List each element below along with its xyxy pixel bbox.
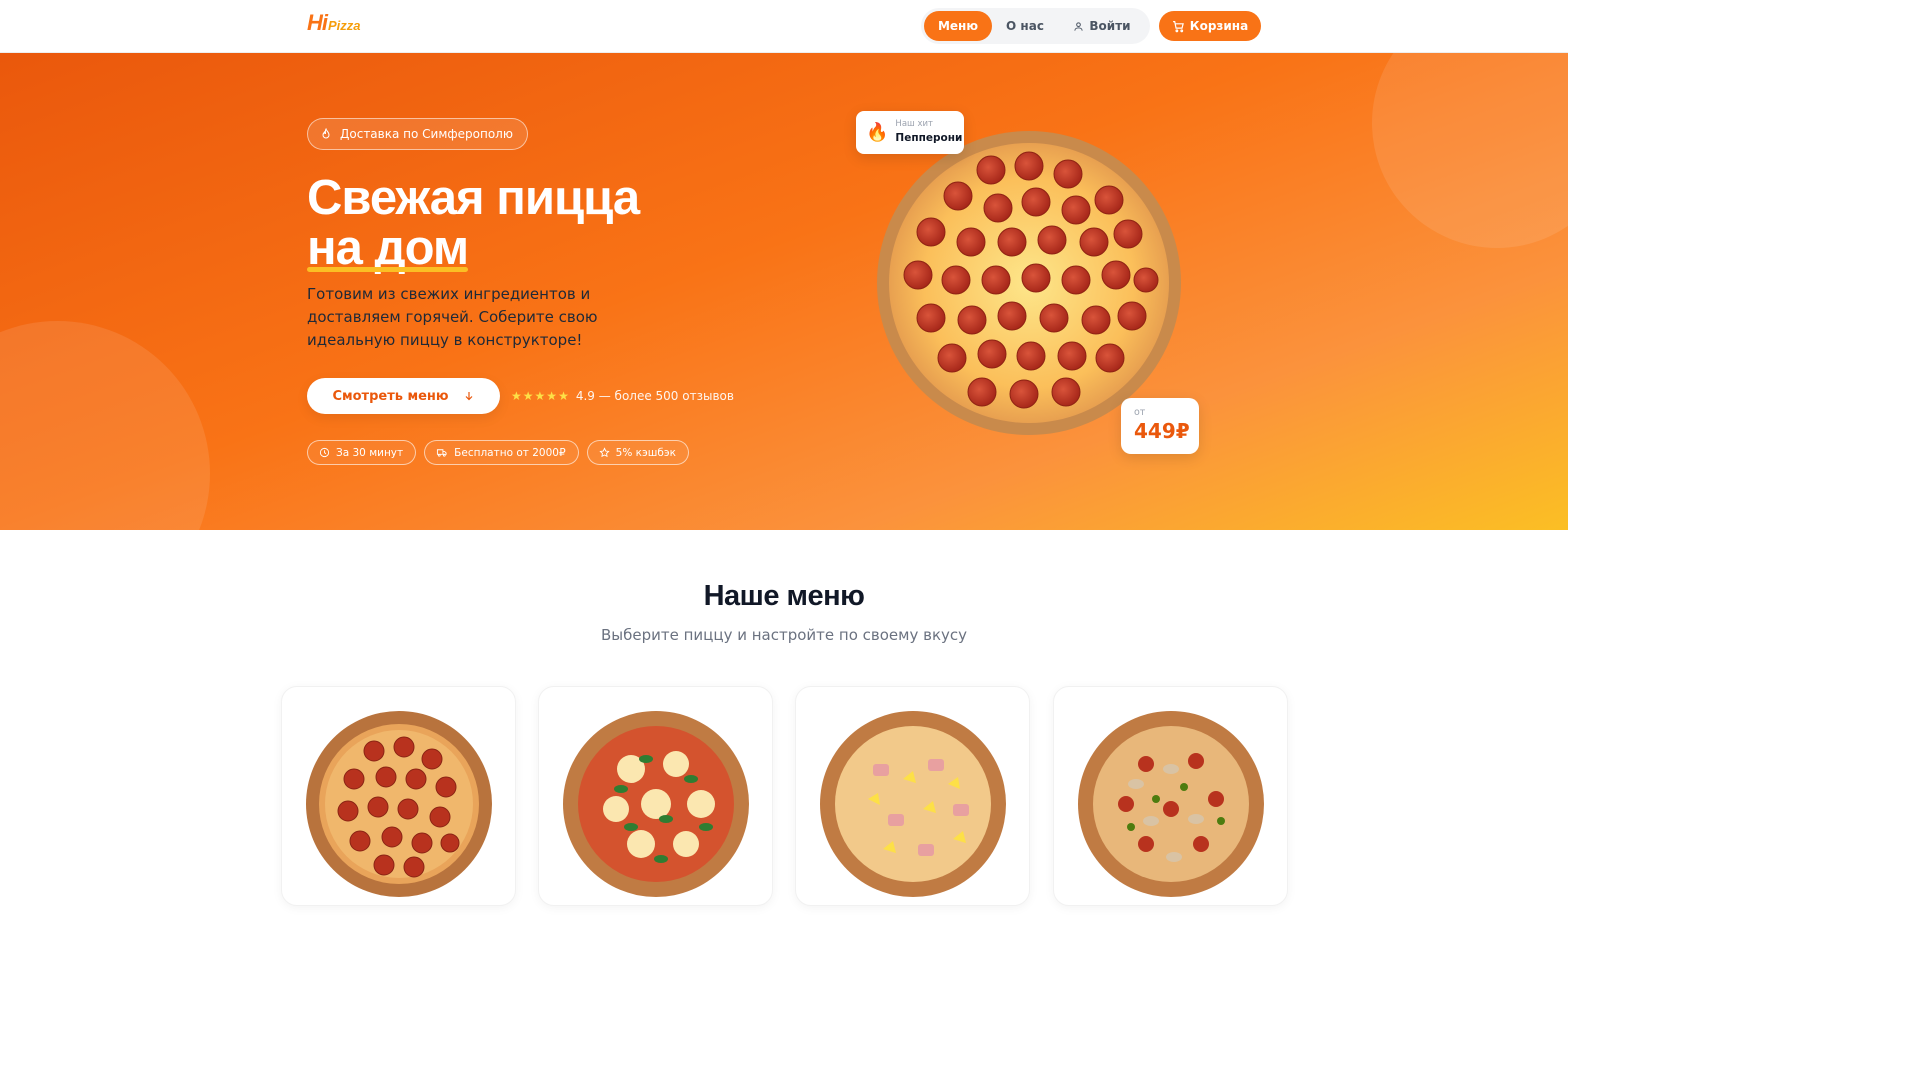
price-card: от 449₽ — [1121, 398, 1199, 454]
cart-icon — [1172, 20, 1184, 32]
chip-30-min: За 30 минут — [307, 440, 417, 465]
pizza-card[interactable] — [795, 686, 1030, 906]
chip-cashback: 5% кэшбэк — [586, 440, 689, 465]
clock-icon — [319, 447, 330, 458]
bestseller-card: 🔥 Наш хит Пепперони — [856, 111, 964, 154]
star-icon: ★ — [534, 389, 546, 403]
chip-free-delivery: Бесплатно от 2000₽ — [424, 440, 579, 465]
pizza-card[interactable] — [1053, 686, 1288, 906]
cart-button[interactable]: Корзина — [1159, 11, 1261, 41]
logo-hi: Hi — [307, 10, 328, 35]
star-icon: ★ — [511, 389, 522, 403]
delivery-badge-label: Доставка по Симферополю — [340, 127, 513, 141]
cart-label: Корзина — [1189, 19, 1249, 33]
price-from: от — [1134, 407, 1146, 418]
rating-stars: ★ ★ ★ ★ ★ — [511, 390, 570, 402]
user-icon — [1074, 21, 1084, 31]
arrow-down-icon — [465, 392, 472, 401]
truck-icon — [437, 449, 447, 457]
chip-label: 5% кэшбэк — [615, 446, 676, 459]
logo-pizza: Pizza — [328, 18, 361, 33]
decor-circle — [0, 321, 210, 530]
site-header: Hi Pizza Меню О нас Войти Корзина — [0, 0, 1568, 53]
star-icon: ★ — [522, 389, 534, 403]
star-icon: ★ — [546, 389, 558, 403]
pizza-card[interactable] — [281, 686, 516, 906]
chip-label: За 30 минут — [336, 446, 404, 459]
delivery-badge: Доставка по Симферополю — [307, 118, 528, 150]
nav-about[interactable]: О нас — [997, 11, 1053, 41]
view-menu-label: Смотреть меню — [332, 388, 449, 404]
pizza-card[interactable] — [538, 686, 773, 906]
meat-mushroom-pizza-image — [1078, 711, 1264, 897]
chip-label: Бесплатно от 2000₽ — [454, 446, 566, 459]
rating-text: 4.9 — более 500 отзывов — [575, 389, 734, 403]
nav-menu[interactable]: Меню — [924, 11, 992, 41]
hero-description: Готовим из свежих ингредиентов и доставл… — [307, 285, 598, 349]
star-icon: ★ — [558, 389, 569, 403]
margherita-pizza-image — [563, 711, 749, 897]
main-nav: Меню О нас Войти — [921, 8, 1150, 44]
nav-login[interactable]: Войти — [1061, 11, 1143, 41]
hero-section: Доставка по Симферополю Свежая пицца на … — [0, 53, 1568, 530]
rating: ★ ★ ★ ★ ★ 4.9 — более 500 отзывов — [511, 389, 734, 403]
menu-title: Наше меню — [703, 580, 865, 612]
feature-chips: За 30 минут Бесплатно от 2000₽ 5% кэшбэк — [307, 440, 697, 465]
hero-title-line2: на дом — [307, 221, 469, 275]
hero-title: Свежая пицца на дом — [307, 171, 640, 275]
star-icon — [599, 447, 610, 458]
hero-title-line1: Свежая пицца — [307, 171, 640, 225]
fire-icon: 🔥 — [866, 122, 889, 143]
view-menu-button[interactable]: Смотреть меню — [307, 378, 500, 414]
nav-login-label: Войти — [1089, 19, 1131, 33]
menu-subtitle: Выберите пиццу и настройте по своему вку… — [600, 626, 968, 644]
bestseller-name: Пепперони — [895, 132, 963, 144]
flame-icon — [322, 128, 330, 139]
bestseller-caption: Наш хит — [895, 119, 934, 129]
decor-circle — [1372, 53, 1568, 248]
pepperoni-pizza-image — [877, 131, 1181, 435]
pepperoni-pizza-image — [306, 711, 492, 897]
logo[interactable]: Hi Pizza — [307, 10, 361, 36]
hawaiian-pizza-image — [820, 711, 1006, 897]
price-value: 449₽ — [1134, 419, 1190, 443]
